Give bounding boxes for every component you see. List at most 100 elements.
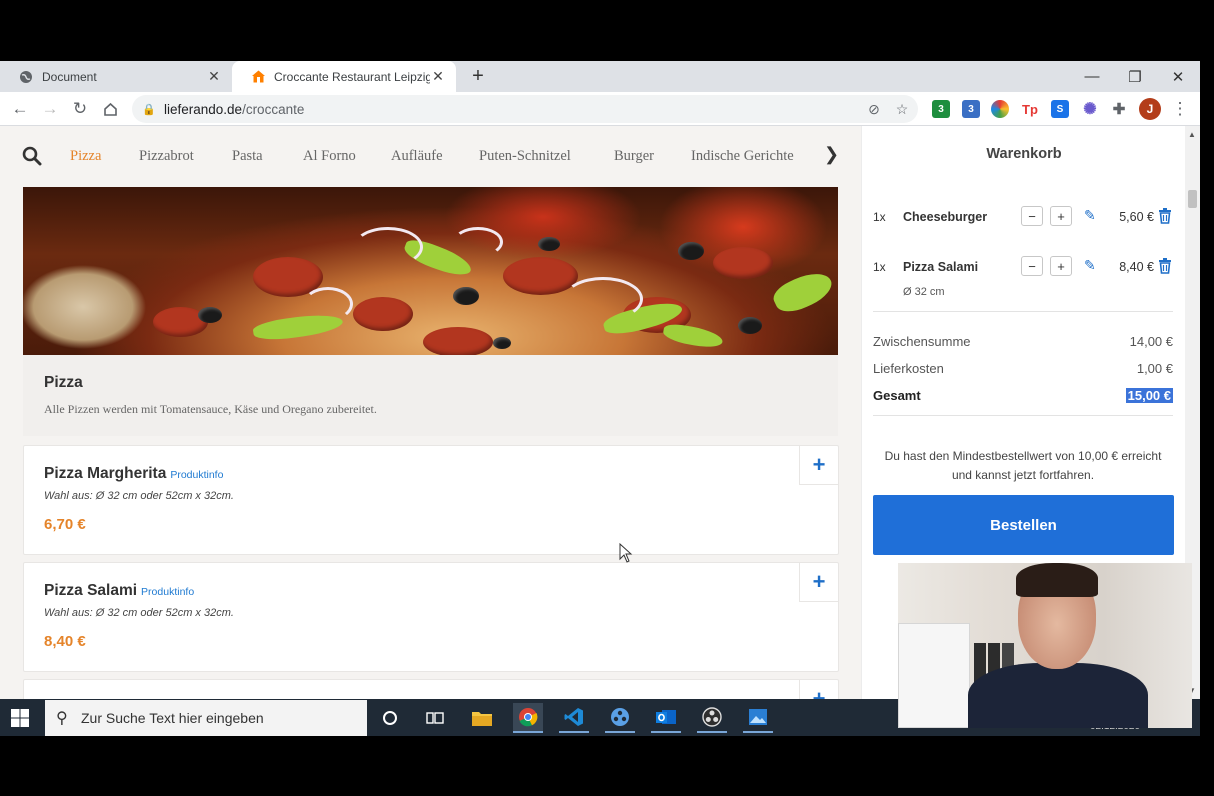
taskbar-search-input[interactable]: ⚲ Zur Suche Text hier eingeben (45, 700, 367, 736)
extension-color-icon[interactable] (991, 100, 1009, 118)
menu-content: Pizza Alle Pizzen werden mit Tomatensauc… (0, 187, 861, 699)
basket-title: Warenkorb (986, 146, 1062, 162)
basket-item-qty: 1x (873, 210, 886, 224)
profile-avatar[interactable]: J (1139, 98, 1161, 120)
category-burger[interactable]: Burger (614, 148, 654, 165)
reload-icon[interactable]: ↻ (68, 97, 92, 121)
url-host: lieferando.de (164, 101, 243, 117)
extension-screenshot-icon[interactable]: S (1051, 100, 1069, 118)
edit-pencil-icon[interactable]: ✎ (1084, 257, 1096, 274)
scroll-up-icon[interactable]: ▲ (1188, 130, 1196, 139)
extension-star-icon[interactable]: ✺ (1081, 100, 1099, 118)
bookmark-star-icon[interactable]: ☆ (892, 99, 912, 119)
tab-close-icon[interactable]: ✕ (206, 68, 222, 85)
delivery-label: Lieferkosten (873, 361, 944, 376)
person-hair (1016, 563, 1098, 597)
decrease-qty-button[interactable]: − (1021, 206, 1043, 226)
category-pasta[interactable]: Pasta (232, 148, 263, 165)
product-variants: Wahl aus: Ø 32 cm oder 52cm x 32cm. (44, 490, 234, 502)
category-pizzabrot[interactable]: Pizzabrot (139, 148, 194, 165)
edit-pencil-icon[interactable]: ✎ (1084, 207, 1096, 224)
min-order-message: Du hast den Mindestbestellwert von 10,00… (884, 449, 1162, 482)
divider (873, 415, 1173, 416)
category-indische-gerichte[interactable]: Indische Gerichte (691, 148, 794, 165)
add-to-basket-button[interactable]: + (799, 446, 838, 485)
product-price: 8,40 € (44, 633, 86, 650)
cortana-icon[interactable] (375, 703, 405, 733)
category-puten-schnitzel[interactable]: Puten-Schnitzel (479, 148, 571, 165)
extension-badge: 3 (938, 103, 944, 115)
total-value: 15,00 € (1125, 388, 1173, 403)
close-window-icon[interactable]: ✕ (1156, 61, 1200, 92)
extension-tp-icon[interactable]: Tp (1021, 100, 1039, 118)
restore-icon[interactable]: ❐ (1113, 61, 1157, 92)
task-view-icon[interactable] (420, 703, 450, 733)
browser-tab-strip: Document ✕ Croccante Restaurant Leipzig … (0, 61, 1200, 92)
lock-icon: 🔒 (142, 103, 156, 116)
extensions-puzzle-icon[interactable]: ✚ (1110, 100, 1128, 118)
back-icon[interactable]: ← (8, 97, 32, 121)
delivery-value: 1,00 € (1136, 361, 1173, 376)
basket-item-variant: Ø 32 cm (903, 286, 945, 298)
category-nav: Pizza Pizzabrot Pasta Al Forno Aufläufe … (0, 126, 861, 187)
tab-croccante[interactable]: Croccante Restaurant Leipzig - It ✕ (232, 61, 456, 92)
obs-icon[interactable] (697, 703, 727, 733)
minimize-icon[interactable]: — (1070, 61, 1114, 92)
lieferando-house-icon (250, 69, 266, 85)
webcam-overlay (898, 563, 1192, 728)
category-auflaeufe[interactable]: Aufläufe (391, 148, 443, 165)
url-path: /croccante (242, 101, 305, 117)
vscode-icon[interactable] (559, 703, 589, 733)
basket-item-price: 5,60 € (1119, 210, 1154, 224)
decrease-qty-button[interactable]: − (1021, 256, 1043, 276)
subtotal-label: Zwischensumme (873, 334, 971, 349)
forward-icon[interactable]: → (38, 97, 62, 121)
category-title: Pizza (44, 374, 83, 391)
extension-shield-icon[interactable]: 3 (932, 100, 950, 118)
increase-qty-button[interactable]: + (1050, 256, 1072, 276)
delete-trash-icon[interactable] (1158, 258, 1172, 274)
chrome-icon[interactable] (513, 703, 543, 733)
product-card[interactable]: + (23, 679, 839, 699)
add-to-basket-button[interactable]: + (799, 680, 838, 699)
category-pizza[interactable]: Pizza (70, 148, 101, 165)
product-price: 6,70 € (44, 516, 86, 533)
home-icon[interactable] (98, 97, 122, 121)
photos-icon[interactable] (743, 703, 773, 733)
extension-badge: 3 (968, 103, 974, 115)
product-card[interactable]: Pizza Margherita Produktinfo Wahl aus: Ø … (23, 445, 839, 555)
product-card[interactable]: Pizza Salami Produktinfo Wahl aus: Ø 32 c… (23, 562, 839, 672)
search-icon[interactable] (22, 146, 42, 166)
scrollbar-thumb[interactable] (1188, 190, 1197, 208)
subtotal-value: 14,00 € (1129, 334, 1173, 349)
product-info-link[interactable]: Produktinfo (170, 469, 223, 481)
taskbar-search-placeholder: Zur Suche Text hier eingeben (81, 710, 264, 726)
product-variants: Wahl aus: Ø 32 cm oder 52cm x 32cm. (44, 607, 234, 619)
category-al-forno[interactable]: Al Forno (303, 148, 356, 165)
mouse-cursor-icon (619, 543, 633, 563)
file-explorer-icon[interactable] (467, 703, 497, 733)
tab-close-icon[interactable]: ✕ (430, 68, 446, 85)
category-description: Alle Pizzen werden mit Tomatensauce, Käs… (44, 402, 377, 416)
cookie-blocked-icon[interactable]: ⊘ (864, 99, 884, 119)
new-tab-button[interactable]: + (466, 65, 490, 89)
basket-item-name: Cheeseburger (903, 210, 988, 224)
order-button[interactable]: Bestellen (873, 495, 1174, 555)
basket-item-price: 8,40 € (1119, 260, 1154, 274)
delete-trash-icon[interactable] (1158, 208, 1172, 224)
category-hero-image (23, 187, 838, 355)
app-reel-icon[interactable] (605, 703, 635, 733)
chevron-right-icon[interactable]: ❯ (824, 144, 839, 165)
menu-kebab-icon[interactable]: ⋮ (1168, 97, 1192, 121)
increase-qty-button[interactable]: + (1050, 206, 1072, 226)
product-name-text: Pizza Margherita (44, 465, 167, 482)
total-label: Gesamt (873, 388, 921, 403)
category-header: Pizza Alle Pizzen werden mit Tomatensauc… (23, 355, 838, 436)
product-info-link[interactable]: Produktinfo (141, 586, 194, 598)
outlook-icon[interactable] (651, 703, 681, 733)
windows-start-icon[interactable] (10, 708, 30, 728)
tab-document[interactable]: Document ✕ (0, 61, 232, 92)
add-to-basket-button[interactable]: + (799, 563, 838, 602)
extension-code-icon[interactable]: 3 (962, 100, 980, 118)
address-bar[interactable]: 🔒 lieferando.de/croccante (132, 95, 918, 123)
